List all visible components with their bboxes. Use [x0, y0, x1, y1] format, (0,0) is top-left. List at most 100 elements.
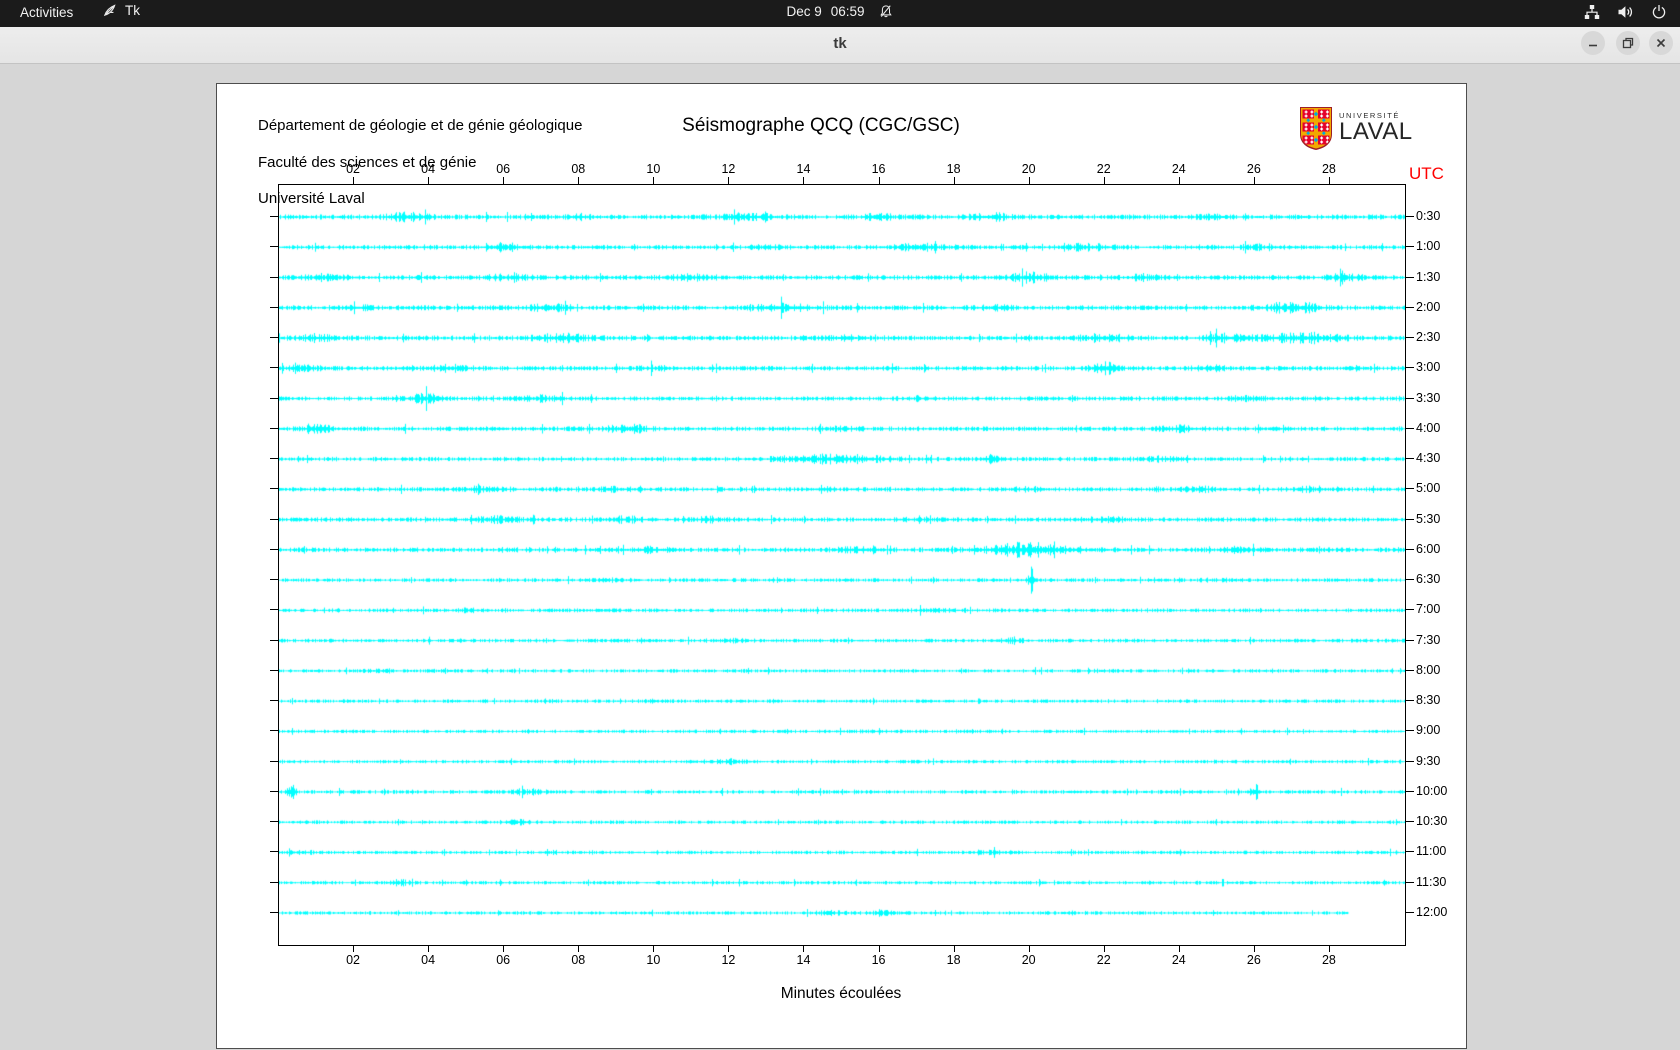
x-tick-label-top: 14 [796, 162, 811, 176]
row-tick-right [1406, 458, 1414, 460]
row-tick-right [1406, 609, 1414, 611]
x-tick-label-top: 04 [421, 162, 436, 176]
row-tick-left [270, 246, 278, 248]
gnome-top-bar: Activities Tk Dec 9 06:59 [0, 0, 1680, 27]
figure-title: Séismographe QCQ (CGC/GSC) [682, 115, 960, 136]
x-tick-top [578, 177, 580, 184]
x-tick-label-top: 06 [496, 162, 511, 176]
x-tick-top [878, 177, 880, 184]
volume-icon [1617, 4, 1634, 20]
x-tick-label-bottom: 24 [1171, 953, 1186, 967]
row-tick-left [270, 911, 278, 913]
x-tick-top [503, 177, 505, 184]
notifications-muted-bell-icon [879, 4, 894, 19]
row-tick-right [1406, 397, 1414, 399]
x-tick-label-bottom: 26 [1246, 953, 1261, 967]
laval-wordmark: UNIVERSITÉ LAVAL [1339, 106, 1413, 155]
row-tick-right [1406, 367, 1414, 369]
wired-network-icon [1584, 4, 1600, 20]
x-tick-label-bottom: 16 [871, 953, 886, 967]
utc-time-label: 9:00 [1416, 723, 1441, 738]
utc-time-label: 8:30 [1416, 693, 1441, 708]
x-tick-label-bottom: 08 [571, 953, 586, 967]
x-tick-bottom [1028, 945, 1030, 952]
row-tick-right [1406, 518, 1414, 520]
x-tick-label-bottom: 10 [646, 953, 661, 967]
x-tick-bottom [503, 945, 505, 952]
x-tick-top [1028, 177, 1030, 184]
utc-time-label: 1:00 [1416, 239, 1441, 254]
header-line-1: Département de géologie et de génie géol… [258, 117, 583, 135]
x-tick-label-bottom: 04 [421, 953, 436, 967]
row-tick-left [270, 306, 278, 308]
row-tick-left [270, 427, 278, 429]
window-title: tk [833, 35, 847, 52]
utc-time-label: 10:00 [1416, 783, 1448, 798]
utc-time-label: 2:30 [1416, 330, 1441, 345]
x-tick-top [728, 177, 730, 184]
window-titlebar[interactable]: tk [0, 27, 1680, 64]
row-tick-right [1406, 760, 1414, 762]
row-tick-right [1406, 911, 1414, 913]
row-tick-left [270, 700, 278, 702]
x-tick-label-bottom: 22 [1096, 953, 1111, 967]
row-tick-left [270, 609, 278, 611]
row-tick-right [1406, 427, 1414, 429]
utc-time-label: 11:30 [1416, 874, 1447, 889]
row-tick-right [1406, 700, 1414, 702]
row-tick-right [1406, 669, 1414, 671]
row-tick-right [1406, 730, 1414, 732]
x-tick-bottom [953, 945, 955, 952]
row-tick-left [270, 458, 278, 460]
x-tick-bottom [578, 945, 580, 952]
x-tick-label-bottom: 18 [946, 953, 961, 967]
maximize-button[interactable] [1616, 31, 1640, 55]
row-tick-left [270, 639, 278, 641]
utc-time-label: 12:00 [1416, 904, 1448, 919]
row-tick-left [270, 760, 278, 762]
x-tick-bottom [653, 945, 655, 952]
clock-menu[interactable]: Dec 9 06:59 [786, 4, 893, 19]
universite-laval-logo: UNIVERSITÉ LAVAL [1299, 106, 1413, 155]
row-tick-right [1406, 579, 1414, 581]
utc-time-label: 4:30 [1416, 451, 1441, 466]
utc-time-label: 3:30 [1416, 390, 1441, 405]
x-tick-top [428, 177, 430, 184]
row-tick-right [1406, 851, 1414, 853]
clock-time: 06:59 [830, 4, 865, 19]
utc-time-label: 7:00 [1416, 602, 1441, 617]
utc-time-label: 8:00 [1416, 662, 1441, 677]
close-button[interactable] [1649, 31, 1673, 55]
x-tick-label-bottom: 28 [1321, 953, 1336, 967]
x-tick-label-top: 10 [646, 162, 661, 176]
minimize-button[interactable] [1581, 31, 1605, 55]
x-tick-bottom [1328, 945, 1330, 952]
x-tick-label-top: 26 [1246, 162, 1261, 176]
row-tick-left [270, 276, 278, 278]
row-tick-left [270, 216, 278, 217]
row-tick-right [1406, 216, 1414, 217]
power-icon [1651, 4, 1667, 20]
utc-time-label: 5:00 [1416, 481, 1441, 496]
system-status-menu[interactable] [1584, 4, 1667, 20]
utc-time-label: 6:30 [1416, 572, 1441, 587]
utc-time-label: 4:00 [1416, 420, 1441, 435]
utc-time-label: 11:00 [1416, 844, 1447, 859]
x-tick-bottom [728, 945, 730, 952]
row-tick-left [270, 851, 278, 853]
x-tick-bottom [1103, 945, 1105, 952]
x-tick-top [1253, 177, 1255, 184]
activities-button[interactable]: Activities [14, 4, 79, 21]
row-tick-right [1406, 488, 1414, 490]
row-tick-left [270, 730, 278, 732]
x-tick-top [953, 177, 955, 184]
utc-time-label: 3:00 [1416, 360, 1441, 375]
x-tick-label-top: 12 [721, 162, 736, 176]
row-tick-right [1406, 548, 1414, 550]
utc-time-label: 0:30 [1416, 209, 1441, 223]
x-tick-bottom [353, 945, 355, 952]
focused-app-indicator[interactable]: Tk [102, 3, 140, 18]
plot-frame [278, 184, 1406, 946]
x-tick-label-bottom: 06 [496, 953, 511, 967]
row-tick-left [270, 790, 278, 792]
